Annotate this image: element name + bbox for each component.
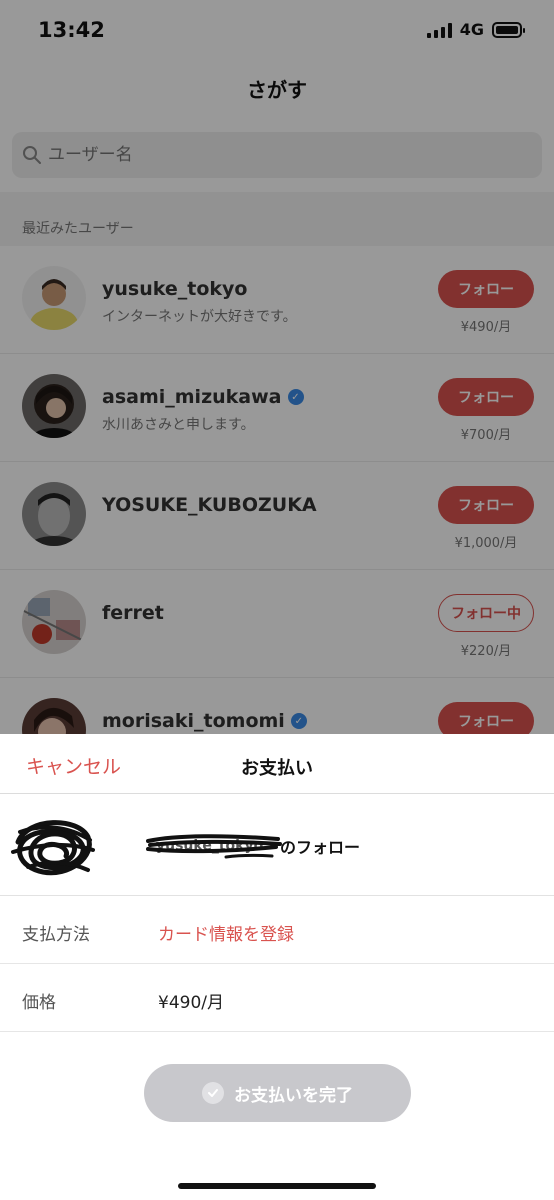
modal-backdrop[interactable] [0, 0, 554, 734]
payment-method-row[interactable]: 支払方法 カード情報を登録 [0, 896, 554, 964]
sheet-title: お支払い [241, 758, 313, 779]
redacted-avatar-scribble [11, 820, 95, 876]
follow-suffix: のフォロー [280, 838, 361, 857]
complete-payment-button[interactable]: お支払いを完了 [144, 1064, 411, 1122]
sheet-header: キャンセル お支払い [0, 734, 554, 794]
complete-payment-label: お支払いを完了 [234, 1085, 353, 1106]
price-row-value: ¥490/月 [158, 993, 224, 1013]
follow-target: yusuke_tokyo のフォロー [146, 834, 361, 859]
redacted-username: yusuke_tokyo [146, 834, 282, 859]
payment-sheet: キャンセル お支払い yusuke_tokyo のフォロー 支払方法 カード情報… [0, 734, 554, 1200]
check-circle-icon [202, 1082, 224, 1104]
price-row-label: 価格 [22, 993, 56, 1013]
price-row: 価格 ¥490/月 [0, 964, 554, 1032]
follow-summary: yusuke_tokyo のフォロー [0, 794, 554, 896]
payment-method-label: 支払方法 [22, 925, 90, 945]
home-indicator[interactable] [178, 1183, 376, 1189]
register-card-link[interactable]: カード情報を登録 [158, 920, 294, 945]
